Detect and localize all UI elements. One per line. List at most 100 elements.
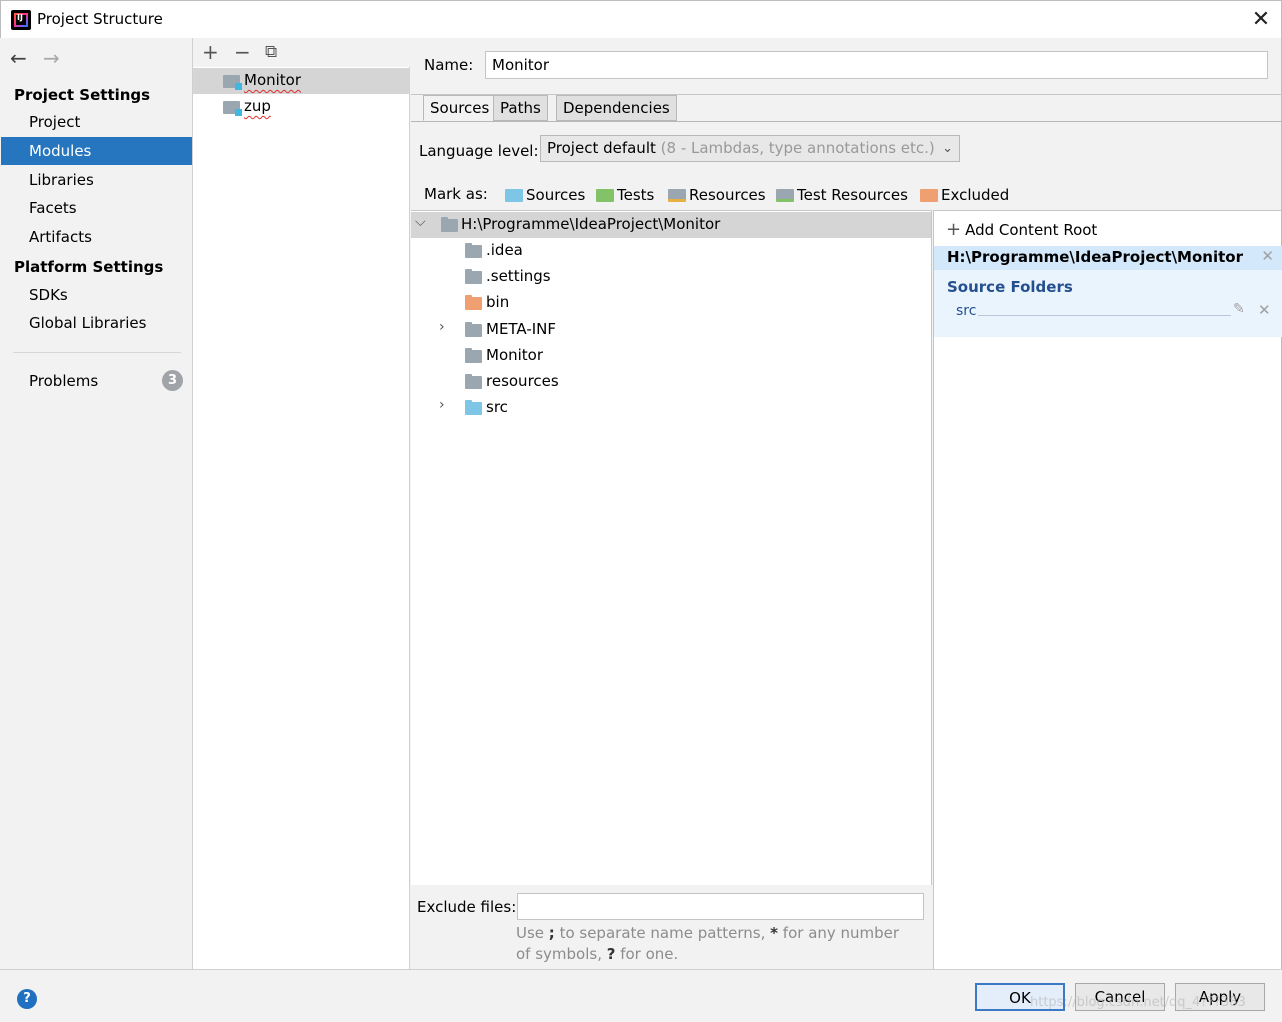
module-name-field[interactable]: Monitor	[485, 51, 1268, 79]
modules-toolbar: + − ⧉	[193, 38, 410, 67]
tree-root-label: H:\Programme\IdeaProject\Monitor	[461, 215, 721, 233]
tree-row-label: .idea	[486, 241, 523, 259]
tree-row-label: src	[486, 398, 508, 416]
source-folder-underline	[978, 315, 1231, 316]
dialog-button-bar: ? OK Cancel Apply https://blog.csdn.net/…	[0, 969, 1282, 1022]
module-folder-icon	[223, 101, 242, 116]
tree-row-src[interactable]: › src	[411, 395, 931, 421]
nav-divider	[13, 352, 181, 353]
nav-item-project[interactable]: Project	[1, 108, 192, 136]
add-icon[interactable]: +	[202, 40, 219, 64]
mark-as-resources-button[interactable]: Resources	[668, 186, 766, 204]
tree-row-resources[interactable]: resources	[411, 369, 931, 395]
tree-row-idea[interactable]: .idea	[411, 238, 931, 264]
nav-item-libraries[interactable]: Libraries	[1, 166, 192, 194]
mark-as-excluded-button[interactable]: Excluded	[920, 186, 1009, 204]
tree-row-monitor[interactable]: Monitor	[411, 343, 931, 369]
tab-paths[interactable]: Paths	[493, 95, 548, 121]
platform-settings-header: Platform Settings	[14, 258, 164, 276]
module-label: zup	[244, 97, 271, 115]
resources-folder-icon	[668, 189, 686, 202]
nav-item-facets[interactable]: Facets	[1, 194, 192, 222]
folder-icon	[465, 374, 482, 389]
title-bar: IJ Project Structure ✕	[0, 0, 1282, 38]
tree-row-settings[interactable]: .settings	[411, 264, 931, 290]
mark-label: Tests	[617, 186, 655, 204]
mark-label: Resources	[689, 186, 766, 204]
tree-row-meta-inf[interactable]: › META-INF	[411, 317, 931, 343]
mark-label: Test Resources	[797, 186, 908, 204]
edit-pencil-icon[interactable]: ✎	[1233, 301, 1245, 317]
nav-item-sdks[interactable]: SDKs	[1, 281, 192, 309]
modules-list-panel: + − ⧉ Monitor zup	[192, 38, 410, 969]
excluded-folder-icon	[920, 189, 938, 202]
chevron-down-icon: ⌄	[942, 141, 953, 156]
copy-icon[interactable]: ⧉	[265, 42, 277, 62]
excluded-folder-icon	[465, 295, 482, 310]
remove-source-folder-icon[interactable]: ✕	[1258, 301, 1271, 319]
forward-arrow-icon[interactable]: →	[43, 46, 60, 70]
language-level-hint: (8 - Lambdas, type annotations etc.)	[660, 139, 935, 157]
language-level-dropdown[interactable]: Project default (8 - Lambdas, type annot…	[540, 135, 960, 162]
folder-icon	[465, 269, 482, 284]
remove-root-icon[interactable]: ✕	[1261, 247, 1274, 265]
tree-row-label: .settings	[486, 267, 551, 285]
nav-item-artifacts[interactable]: Artifacts	[1, 223, 192, 251]
project-settings-header: Project Settings	[14, 86, 151, 104]
intellij-app-icon: IJ	[11, 10, 31, 30]
tree-row-label: bin	[486, 293, 510, 311]
language-level-label: Language level:	[419, 142, 539, 160]
content-root-box: H:\Programme\IdeaProject\Monitor ✕ Sourc…	[934, 246, 1282, 337]
watermark: https://blog.csdn.net/qq_4???383	[1030, 995, 1246, 1010]
nav-item-modules[interactable]: Modules	[1, 137, 192, 165]
tree-root-row[interactable]: ⌵ H:\Programme\IdeaProject\Monitor	[411, 212, 931, 238]
folder-icon	[465, 348, 482, 363]
mark-label: Sources	[526, 186, 586, 204]
name-label: Name:	[424, 56, 474, 74]
mark-as-label: Mark as:	[424, 185, 488, 203]
chevron-down-icon[interactable]: ⌵	[415, 214, 426, 230]
source-folders-header: Source Folders	[947, 278, 1073, 296]
sources-folder-icon	[505, 189, 523, 202]
tree-row-label: resources	[486, 372, 559, 390]
mark-as-test-resources-button[interactable]: Test Resources	[776, 186, 908, 204]
exclude-files-label: Exclude files:	[417, 898, 517, 916]
plus-icon: +	[946, 219, 962, 240]
content-root-path: H:\Programme\IdeaProject\Monitor	[947, 248, 1243, 266]
chevron-right-icon[interactable]: ›	[439, 397, 445, 413]
nav-item-global-libraries[interactable]: Global Libraries	[1, 309, 192, 337]
window-title: Project Structure	[37, 10, 163, 28]
close-window-button[interactable]: ✕	[1246, 5, 1276, 35]
tab-sources[interactable]: Sources	[423, 95, 497, 121]
add-content-root-label: Add Content Root	[965, 221, 1098, 239]
tests-folder-icon	[596, 189, 614, 202]
help-icon[interactable]: ?	[17, 989, 37, 1009]
test-resources-folder-icon	[776, 189, 794, 202]
mark-label: Excluded	[941, 186, 1010, 204]
tree-row-bin[interactable]: bin	[411, 290, 931, 316]
exclude-files-input[interactable]	[517, 893, 924, 920]
module-item-zup[interactable]: zup	[193, 94, 410, 120]
language-level-value: Project default	[547, 139, 656, 157]
back-arrow-icon[interactable]: ←	[10, 46, 27, 70]
chevron-right-icon[interactable]: ›	[439, 319, 445, 335]
content-root-header: H:\Programme\IdeaProject\Monitor ✕	[934, 246, 1282, 270]
source-folder-item[interactable]: src	[956, 303, 976, 319]
remove-icon[interactable]: −	[234, 40, 251, 64]
module-folder-icon	[223, 75, 242, 90]
exclude-files-hint: Use ; to separate name patterns, * for a…	[516, 924, 900, 963]
folder-icon	[465, 243, 482, 258]
module-label: Monitor	[244, 71, 302, 89]
folder-tree: ⌵ H:\Programme\IdeaProject\Monitor .idea…	[411, 210, 932, 885]
tree-row-label: META-INF	[486, 320, 557, 338]
mark-as-tests-button[interactable]: Tests	[596, 186, 654, 204]
tab-dependencies[interactable]: Dependencies	[556, 95, 677, 121]
add-content-root-button[interactable]: + Add Content Root	[946, 219, 1097, 240]
tab-divider	[411, 121, 1282, 122]
folder-icon	[441, 217, 458, 232]
problems-count-badge: 3	[162, 370, 183, 391]
mark-as-sources-button[interactable]: Sources	[505, 186, 585, 204]
settings-navigation: ← → Project Settings Project Modules Lib…	[1, 38, 192, 969]
module-item-monitor[interactable]: Monitor	[193, 68, 410, 94]
content-roots-panel: + Add Content Root H:\Programme\IdeaProje…	[933, 210, 1282, 969]
